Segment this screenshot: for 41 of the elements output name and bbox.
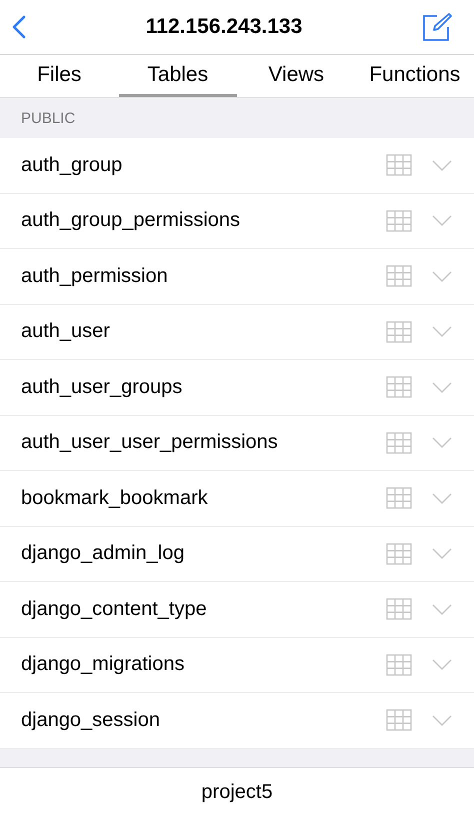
project-label: project5 bbox=[201, 780, 273, 804]
table-name[interactable]: django_admin_log bbox=[21, 542, 386, 566]
chevron-down-icon[interactable] bbox=[432, 160, 452, 171]
tab[interactable]: Files bbox=[0, 55, 118, 97]
table-icon[interactable] bbox=[386, 210, 412, 232]
table-icon[interactable] bbox=[386, 320, 412, 343]
tab[interactable]: Functions bbox=[356, 55, 474, 97]
table-name[interactable]: auth_permission bbox=[21, 264, 386, 288]
table-icon[interactable] bbox=[386, 598, 412, 620]
table-icon[interactable] bbox=[386, 265, 412, 288]
table-icon[interactable] bbox=[386, 487, 412, 510]
chevron-down-icon[interactable] bbox=[432, 492, 452, 504]
table-name[interactable]: bookmark_bookmark bbox=[21, 486, 386, 510]
chevron-down-icon[interactable] bbox=[432, 326, 452, 338]
table-name[interactable]: auth_user_user_permissions bbox=[21, 431, 386, 454]
chevron-down-icon[interactable] bbox=[432, 548, 452, 560]
chevron-down-icon[interactable] bbox=[432, 382, 452, 393]
chevron-down-icon[interactable] bbox=[432, 437, 452, 448]
table-icon[interactable] bbox=[386, 432, 412, 454]
section-header: PUBLIC bbox=[0, 98, 474, 138]
table-icon[interactable] bbox=[386, 376, 412, 398]
back-icon[interactable] bbox=[12, 15, 26, 39]
table-name[interactable]: auth_group_permissions bbox=[21, 209, 386, 232]
table-name[interactable]: auth_user_groups bbox=[21, 376, 386, 399]
chevron-down-icon[interactable] bbox=[432, 714, 452, 726]
table-icon[interactable] bbox=[386, 709, 412, 732]
table-name[interactable]: django_session bbox=[21, 708, 386, 732]
table-icon[interactable] bbox=[386, 654, 412, 676]
table-name[interactable]: django_content_type bbox=[21, 598, 386, 621]
chevron-down-icon[interactable] bbox=[432, 659, 452, 670]
chevron-down-icon[interactable] bbox=[432, 604, 452, 615]
table-name[interactable]: django_migrations bbox=[21, 653, 386, 676]
host-title: 112.156.243.133 bbox=[146, 15, 302, 39]
table-icon[interactable] bbox=[386, 542, 412, 565]
edit-icon[interactable] bbox=[422, 12, 452, 42]
table-icon[interactable] bbox=[386, 154, 412, 176]
tab[interactable]: Views bbox=[237, 55, 356, 97]
table-name[interactable]: auth_user bbox=[21, 320, 386, 344]
chevron-down-icon[interactable] bbox=[432, 270, 452, 282]
table-name[interactable]: auth_group bbox=[21, 154, 386, 177]
chevron-down-icon[interactable] bbox=[432, 215, 452, 226]
